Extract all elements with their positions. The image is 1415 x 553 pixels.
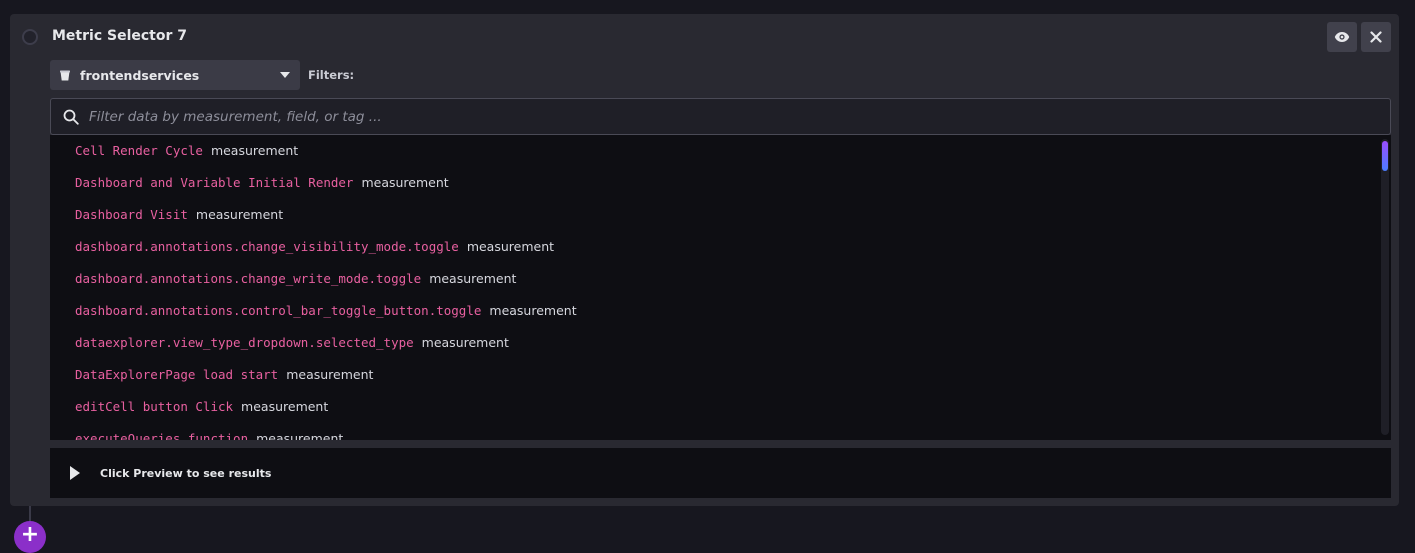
list-item[interactable]: Dashboard Visit measurement: [75, 207, 283, 227]
caret-down-icon: [280, 72, 290, 78]
list-item[interactable]: dashboard.annotations.control_bar_toggle…: [75, 303, 577, 323]
measurement-name: dashboard.annotations.change_visibility_…: [75, 239, 459, 254]
pipeline-node: [22, 29, 38, 45]
play-icon: [70, 466, 80, 480]
list-item[interactable]: dataexplorer.view_type_dropdown.selected…: [75, 335, 509, 355]
add-step-button[interactable]: +: [14, 521, 46, 553]
list-item[interactable]: Dashboard and Variable Initial Render me…: [75, 175, 449, 195]
bucket-icon: [60, 70, 70, 80]
close-icon: [1370, 31, 1382, 43]
results-list[interactable]: Cell Render Cycle measurement Dashboard …: [50, 135, 1391, 440]
measurement-type: measurement: [256, 431, 344, 440]
measurement-type: measurement: [429, 271, 517, 286]
measurement-name: dashboard.annotations.change_write_mode.…: [75, 271, 422, 286]
list-item[interactable]: Cell Render Cycle measurement: [75, 143, 298, 163]
measurement-type: measurement: [489, 303, 577, 318]
search-icon: [63, 109, 79, 125]
measurement-type: measurement: [210, 143, 299, 158]
measurement-name: Dashboard and Variable Initial Render: [75, 175, 354, 190]
close-button[interactable]: [1361, 22, 1391, 52]
measurement-name: dataexplorer.view_type_dropdown.selected…: [75, 335, 414, 350]
measurement-name: dashboard.annotations.control_bar_toggle…: [75, 303, 482, 318]
measurement-type: measurement: [241, 399, 329, 414]
preview-hint: Click Preview to see results: [100, 466, 272, 480]
bucket-dropdown-label: frontendservices: [80, 67, 200, 83]
scrollbar-thumb[interactable]: [1382, 141, 1388, 171]
measurement-type: measurement: [361, 175, 449, 190]
measurement-type: measurement: [421, 335, 509, 350]
list-item[interactable]: dashboard.annotations.change_visibility_…: [75, 239, 554, 259]
list-item[interactable]: editCell button Click measurement: [75, 399, 328, 419]
list-item[interactable]: executeQueries function measurement: [75, 431, 343, 440]
search-box[interactable]: [50, 98, 1391, 135]
filters-label: Filters:: [308, 68, 355, 82]
metric-selector-panel: Metric Selector 7 frontendservices Filte…: [10, 14, 1399, 506]
measurement-name: editCell button Click: [75, 399, 234, 414]
plus-icon: +: [20, 522, 40, 547]
measurement-type: measurement: [195, 207, 284, 222]
measurement-name: DataExplorerPage load start: [75, 367, 279, 382]
bucket-dropdown[interactable]: frontendservices: [50, 60, 300, 90]
measurement-type: measurement: [466, 239, 555, 254]
preview-toggle-button[interactable]: [1327, 22, 1357, 52]
measurement-name: Dashboard Visit: [75, 207, 188, 222]
measurement-name: executeQueries function: [75, 431, 249, 440]
list-item[interactable]: DataExplorerPage load start measurement: [75, 367, 373, 387]
preview-bar[interactable]: Click Preview to see results: [50, 448, 1391, 498]
measurement-type: measurement: [286, 367, 374, 382]
panel-title: Metric Selector 7: [52, 28, 187, 44]
list-item[interactable]: dashboard.annotations.change_write_mode.…: [75, 271, 516, 291]
measurement-name: Cell Render Cycle: [75, 143, 203, 158]
search-input[interactable]: [89, 108, 1390, 125]
eye-icon: [1334, 32, 1350, 42]
results-scrollbar[interactable]: [1381, 139, 1389, 435]
